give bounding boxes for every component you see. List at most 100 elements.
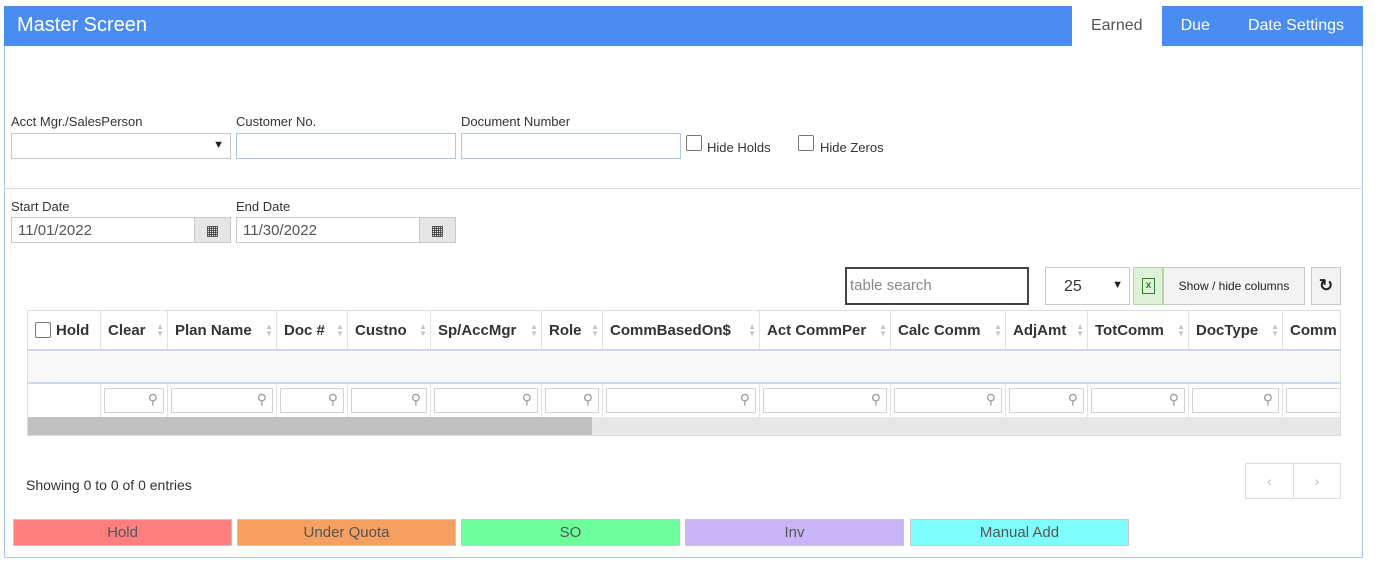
table-search-input[interactable]: table search (845, 267, 1029, 305)
refresh-button[interactable]: ↻ (1311, 267, 1341, 305)
page-length-select[interactable]: 25 ▼ (1045, 267, 1130, 305)
column-header-role[interactable]: Role ▲ ▼ (542, 311, 603, 349)
filter-input-clear[interactable]: ⚲ (104, 388, 164, 413)
column-header-doc-type[interactable]: DocType ▲ ▼ (1189, 311, 1283, 349)
column-label: AdjAmt (1013, 321, 1067, 339)
column-label: Clear (108, 321, 146, 339)
column-header-doc-number[interactable]: Doc # ▲ ▼ (277, 311, 348, 349)
acct-mgr-select[interactable]: ▼ (11, 133, 231, 159)
search-icon: ⚲ (1262, 391, 1273, 407)
filter-cell-hold (28, 384, 101, 417)
search-icon: ⚲ (1168, 391, 1179, 407)
legend-manual-add: Manual Add (910, 519, 1129, 546)
column-header-custno[interactable]: Custno ▲ ▼ (348, 311, 431, 349)
hide-zeros-label: Hide Zeros (820, 140, 884, 155)
search-icon: ⚲ (256, 391, 267, 407)
chevron-down-icon: ▼ (213, 139, 224, 151)
search-icon: ⚲ (147, 391, 158, 407)
column-label: Doc # (284, 321, 325, 339)
start-date-input[interactable]: 11/01/2022 ▦ (11, 217, 231, 243)
customer-no-label: Customer No. (236, 114, 317, 129)
tab-bar: Earned Due Date Settings (1071, 6, 1363, 46)
column-label: CommBasedOn$ (610, 321, 731, 339)
table-header-row: Hold Clear ▲ ▼ Plan Name ▲ ▼ Doc # ▲ ▼ Cust… (28, 311, 1340, 351)
scrollbar-thumb[interactable] (28, 417, 592, 435)
filter-input-custno[interactable]: ⚲ (351, 388, 427, 413)
sort-icon: ▲ ▼ (748, 322, 756, 338)
excel-icon: x (1142, 278, 1155, 294)
sort-icon: ▲ ▼ (1177, 322, 1185, 338)
tab-earned[interactable]: Earned (1071, 6, 1162, 46)
end-date-value: 11/30/2022 (243, 222, 317, 239)
hide-zeros-checkbox[interactable] (798, 135, 814, 151)
search-icon: ⚲ (985, 391, 996, 407)
calendar-icon[interactable]: ▦ (419, 218, 455, 242)
sort-icon: ▲ ▼ (994, 322, 1002, 338)
column-label: Plan Name (175, 321, 252, 339)
filter-input-calc-comm[interactable]: ⚲ (894, 388, 1002, 413)
filter-input-doc-number[interactable]: ⚲ (280, 388, 344, 413)
customer-no-input[interactable] (236, 133, 456, 159)
filter-input-doc-type[interactable]: ⚲ (1192, 388, 1279, 413)
page-length-value: 25 (1064, 278, 1082, 295)
column-header-clear[interactable]: Clear ▲ ▼ (101, 311, 168, 349)
column-label: Custno (355, 321, 407, 339)
legend-under-quota: Under Quota (237, 519, 456, 546)
column-header-comm-based-on[interactable]: CommBasedOn$ ▲ ▼ (603, 311, 760, 349)
sort-icon: ▲ ▼ (591, 322, 599, 338)
pagination: ‹ › (1245, 463, 1341, 499)
column-header-plan-name[interactable]: Plan Name ▲ ▼ (168, 311, 277, 349)
filter-input-plan-name[interactable]: ⚲ (171, 388, 273, 413)
document-number-label: Document Number (461, 114, 571, 129)
column-header-adj-amt[interactable]: AdjAmt ▲ ▼ (1006, 311, 1088, 349)
column-filter-row: ⚲ ⚲ ⚲ ⚲ ⚲ ⚲ ⚲ ⚲ ⚲ ⚲ ⚲ ⚲ (28, 384, 1340, 417)
legend-inv: Inv (685, 519, 904, 546)
column-header-sp-accmgr[interactable]: Sp/AccMgr ▲ ▼ (431, 311, 542, 349)
column-label: Hold (56, 321, 90, 339)
commission-table: Hold Clear ▲ ▼ Plan Name ▲ ▼ Doc # ▲ ▼ Cust… (27, 310, 1341, 436)
column-label: Calc Comm (898, 321, 981, 339)
column-header-hold[interactable]: Hold (28, 311, 101, 349)
filter-input-adj-amt[interactable]: ⚲ (1009, 388, 1084, 413)
column-header-act-comm-per[interactable]: Act CommPer ▲ ▼ (760, 311, 891, 349)
sort-icon: ▲ ▼ (1076, 322, 1084, 338)
filter-input-sp-accmgr[interactable]: ⚲ (434, 388, 538, 413)
filter-input-comm-based-on[interactable]: ⚲ (606, 388, 756, 413)
excel-export-button[interactable]: x (1133, 267, 1163, 305)
horizontal-scrollbar[interactable] (28, 417, 1340, 435)
prev-page-button[interactable]: ‹ (1246, 464, 1293, 498)
tab-due[interactable]: Due (1162, 6, 1229, 46)
page-title: Master Screen (17, 14, 148, 36)
search-icon: ⚲ (521, 391, 532, 407)
column-header-tot-comm[interactable]: TotComm ▲ ▼ (1088, 311, 1189, 349)
hide-holds-checkbox[interactable] (686, 135, 702, 151)
column-label: Act CommPer (767, 321, 867, 339)
next-page-button[interactable]: › (1292, 464, 1340, 498)
filter-input-comm[interactable] (1286, 388, 1340, 413)
document-number-input[interactable] (461, 133, 681, 159)
select-all-checkbox[interactable] (35, 322, 51, 338)
calendar-icon[interactable]: ▦ (194, 218, 230, 242)
sort-icon: ▲ ▼ (156, 322, 164, 338)
filter-input-act-comm-per[interactable]: ⚲ (763, 388, 887, 413)
table-info: Showing 0 to 0 of 0 entries (26, 477, 192, 493)
column-label: TotComm (1095, 321, 1164, 339)
legend-so: SO (461, 519, 680, 546)
acct-mgr-label: Acct Mgr./SalesPerson (11, 114, 143, 129)
column-header-calc-comm[interactable]: Calc Comm ▲ ▼ (891, 311, 1006, 349)
end-date-input[interactable]: 11/30/2022 ▦ (236, 217, 456, 243)
filter-input-role[interactable]: ⚲ (545, 388, 599, 413)
tab-date-settings[interactable]: Date Settings (1229, 6, 1363, 46)
column-label: Sp/AccMgr (438, 321, 517, 339)
filter-input-tot-comm[interactable]: ⚲ (1091, 388, 1185, 413)
filter-divider (4, 188, 1363, 189)
hide-holds-label: Hide Holds (707, 140, 771, 155)
sort-icon: ▲ ▼ (879, 322, 887, 338)
column-label: Comm (1290, 321, 1337, 339)
show-hide-columns-button[interactable]: Show / hide columns (1163, 267, 1305, 305)
column-label: Role (549, 321, 582, 339)
empty-table-row (28, 352, 1340, 384)
start-date-value: 11/01/2022 (18, 222, 92, 239)
start-date-label: Start Date (11, 199, 70, 214)
column-header-comm[interactable]: Comm (1283, 311, 1340, 349)
